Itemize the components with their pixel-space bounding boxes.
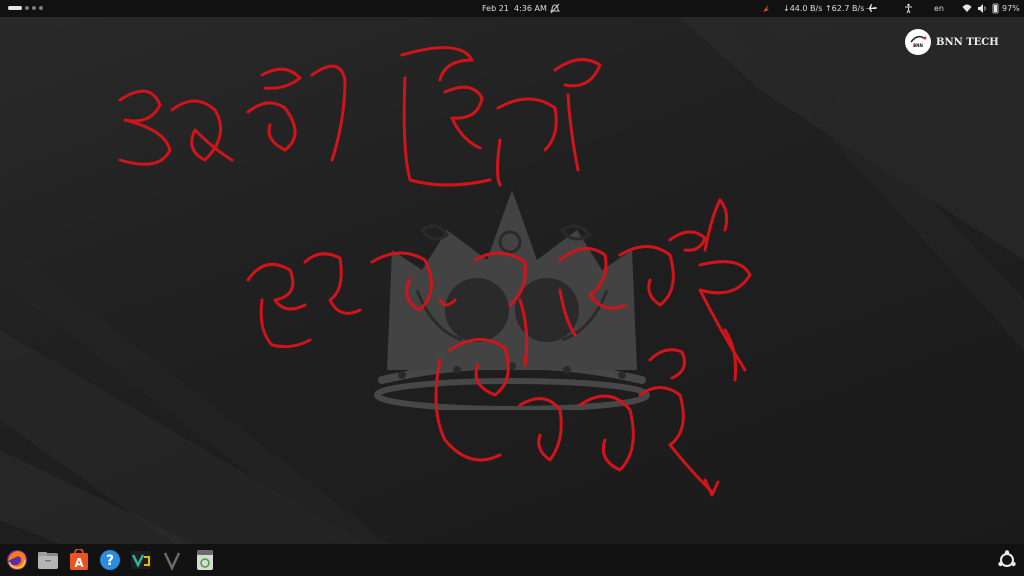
red-app-indicator-icon[interactable] [761, 0, 770, 17]
airplane-icon[interactable] [864, 0, 878, 17]
do-not-disturb-icon[interactable] [550, 0, 560, 17]
help-icon[interactable]: ? [99, 549, 121, 571]
trash-icon[interactable] [194, 549, 216, 571]
bnn-tech-label: BNN TECH [936, 36, 999, 48]
dock: A ? [0, 544, 1024, 576]
top-panel: Feb 21 4:36 AM ↓44.0 B/s ↑62.7 B/s en 97… [0, 0, 1024, 17]
svg-text:?: ? [106, 553, 114, 569]
svg-text:A: A [74, 556, 84, 570]
keyboard-layout[interactable]: en [934, 0, 944, 17]
battery-percent[interactable]: 97% [1002, 0, 1020, 17]
bnn-logo-text: BNN [913, 43, 923, 48]
clock-date[interactable]: Feb 21 [482, 0, 509, 17]
clock-time[interactable]: 4:36 AM [514, 0, 547, 17]
accessibility-icon[interactable] [904, 0, 913, 17]
wifi-icon[interactable] [962, 0, 972, 17]
bnn-tech-logo-icon: BNN [905, 29, 931, 55]
desktop[interactable]: BNN BNN TECH [0, 0, 1024, 576]
bnn-tech-watermark: BNN BNN TECH [905, 29, 999, 55]
vim-icon[interactable] [161, 549, 183, 571]
firefox-icon[interactable] [6, 549, 28, 571]
ubuntu-logo-icon[interactable] [996, 549, 1018, 571]
volume-icon[interactable] [977, 0, 987, 17]
network-speed[interactable]: ↓44.0 B/s ↑62.7 B/s [783, 0, 864, 17]
battery-icon[interactable] [992, 0, 999, 17]
app-center-icon[interactable]: A [68, 549, 90, 571]
red-scribble-drawing [118, 46, 752, 497]
vscode-icon[interactable] [130, 549, 152, 571]
files-icon[interactable] [37, 549, 59, 571]
